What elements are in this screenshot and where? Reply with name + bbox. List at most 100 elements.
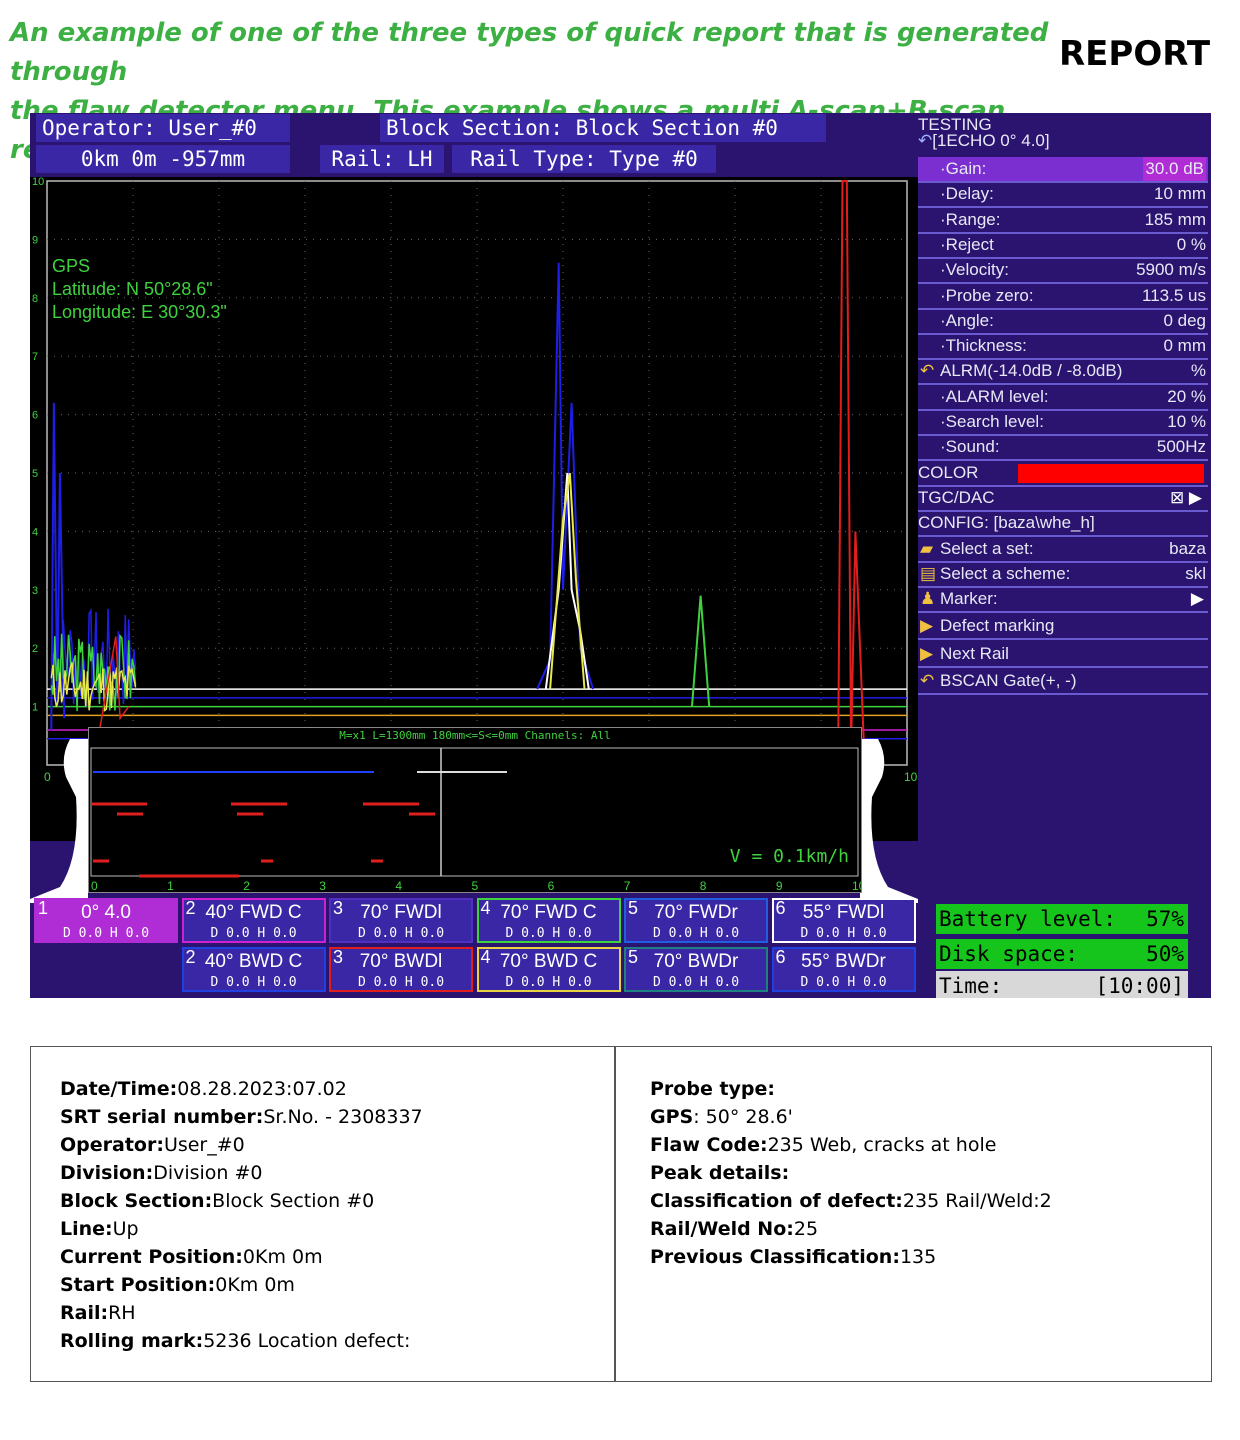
channel-name: 70° FWDr: [654, 902, 738, 923]
param-row-0[interactable]: ·Gain: 30.0 dB: [918, 157, 1208, 183]
channel-top-1[interactable]: 1 0° 4.0 D 0.0 H 0.0: [34, 898, 178, 943]
info-row: Current Position:0Km 0m: [60, 1243, 423, 1271]
next-rail-row[interactable]: ▶ Next Rail: [918, 642, 1208, 668]
tgc-row[interactable]: TGC/DAC ⊠ ▶: [918, 486, 1208, 512]
param-row-6-value: 0 deg: [1163, 310, 1206, 330]
tgc-row-label: TGC/DAC: [918, 487, 995, 507]
param-row-5[interactable]: ·Probe zero: 113.5 us: [918, 284, 1208, 310]
info-row: Classification of defect:235 Rail/Weld:2: [650, 1187, 1052, 1215]
alarm-row[interactable]: ↶ ALRM(-14.0dB / -8.0dB)%: [918, 359, 1208, 386]
channel-bottom-5[interactable]: 5 70° BWDr D 0.0 H 0.0: [624, 947, 768, 992]
info-key: Date/Time:: [60, 1078, 178, 1100]
channel-bottom-4[interactable]: 4 70° BWD CD 0.0 H 0.0: [476, 947, 621, 992]
tgc-checkbox-icon[interactable]: ⊠ ▶: [1170, 486, 1202, 510]
rail-label: Rail: LH: [320, 145, 444, 173]
info-key: Previous Classification:: [650, 1246, 900, 1268]
info-value: 5236 Location defect:: [203, 1330, 411, 1352]
info-key: Flaw Code:: [650, 1134, 768, 1156]
b-scan-x-tick: 3: [319, 879, 326, 892]
marker-icon: ♟: [920, 589, 936, 609]
info-key: Block Section:: [60, 1190, 213, 1212]
config-row[interactable]: CONFIG: [baza\whe_h]: [918, 511, 1208, 538]
info-row: Date/Time:08.28.2023:07.02: [60, 1075, 423, 1103]
alarm-row-0-label: ·ALARM level:: [940, 386, 1049, 406]
param-row-5-value: 113.5 us: [1142, 285, 1206, 305]
channel-dh: D 0.0 H 0.0: [505, 975, 592, 990]
param-row-4[interactable]: ·Velocity: 5900 m/s: [918, 258, 1208, 285]
y-tick-label: 9: [32, 234, 38, 246]
marker-row[interactable]: ♟ Marker: ▶: [918, 587, 1208, 614]
color-row[interactable]: COLOR: [918, 461, 1208, 487]
info-left-column: Date/Time:08.28.2023:07.02 SRT serial num…: [60, 1075, 423, 1355]
channel-top-5[interactable]: 5 70° FWDr D 0.0 H 0.0: [624, 898, 768, 943]
rail-type-label: Rail Type: Type #0: [452, 145, 716, 173]
param-row-2-label: ·Range:: [940, 209, 1001, 229]
info-value: Division #0: [153, 1162, 263, 1184]
param-row-6[interactable]: ·Angle: 0 deg: [918, 309, 1208, 335]
channel-top-2[interactable]: 2 40° FWD CD 0.0 H 0.0: [181, 898, 326, 943]
info-key: Rolling mark:: [60, 1330, 204, 1352]
param-row-3[interactable]: ·Reject 0 %: [918, 233, 1208, 259]
channel-bottom-6[interactable]: 6 55° BWDr D 0.0 H 0.0: [771, 947, 916, 992]
channel-bottom-3[interactable]: 3 70° BWDl D 0.0 H 0.0: [329, 947, 473, 992]
channel-name: 0° 4.0: [81, 902, 131, 923]
position-label: 0km 0m -957mm: [36, 145, 290, 173]
alarm-row-label: ALRM(-14.0dB / -8.0dB): [940, 361, 1123, 381]
gps-readout: GPS Latitude: N 50°28.6" Longitude: E 30…: [52, 255, 227, 324]
info-row: SRT serial number:Sr.No. - 2308337: [60, 1103, 423, 1131]
b-scan-x-tick: 0: [91, 879, 98, 892]
channel-dh: D 0.0 H 0.0: [652, 926, 740, 941]
channel-dh: D 0.0 H 0.0: [210, 975, 297, 990]
channel-top-4[interactable]: 4 70° FWD CD 0.0 H 0.0: [476, 898, 621, 943]
y-tick-label: 4: [32, 526, 38, 538]
marker-arrow-icon: ▶: [1190, 589, 1204, 609]
param-row-2[interactable]: ·Range: 185 mm: [918, 208, 1208, 234]
trace-green-echo: [691, 595, 711, 707]
info-key: Line:: [60, 1218, 113, 1240]
alarm-row-2[interactable]: ·Sound: 500Hz: [918, 435, 1208, 462]
defect-marking-row[interactable]: ▶ Defect marking: [918, 614, 1208, 641]
trace-red-backwall: [837, 180, 865, 748]
channel-name: 70° BWDr: [653, 951, 739, 972]
alarm-row-0[interactable]: ·ALARM level: 20 %: [918, 385, 1208, 411]
time-status: Time: [10:00]: [936, 971, 1188, 998]
channel-bottom-2[interactable]: 2 40° BWD CD 0.0 H 0.0: [181, 947, 326, 992]
channel-dh: D 0.0 H 0.0: [652, 975, 740, 990]
info-value: 235 Web, cracks at hole: [767, 1134, 997, 1156]
alarm-row-1[interactable]: ·Search level: 10 %: [918, 410, 1208, 436]
y-tick-label: 5: [32, 468, 38, 480]
info-row: Division:Division #0: [60, 1159, 423, 1187]
b-scan-display: M=x1 L=1300mm 180mm<=S<=0mm Channels: Al…: [88, 727, 866, 893]
next-rail-row-label: Next Rail: [940, 643, 1009, 663]
info-value: Block Section #0: [212, 1190, 375, 1212]
channel-dh: D 0.0 H 0.0: [210, 926, 297, 941]
param-row-7[interactable]: ·Thickness: 0 mm: [918, 334, 1208, 361]
channel-name: 55° FWDl: [802, 902, 885, 923]
info-value: 0Km 0m: [242, 1246, 323, 1268]
info-value: 0Km 0m: [215, 1274, 295, 1296]
report-info-table: Date/Time:08.28.2023:07.02 SRT serial num…: [30, 1046, 1212, 1382]
bscan-gate-row[interactable]: ↶ BSCAN Gate(+, -): [918, 669, 1208, 695]
parameter-panel: TESTING ↶[1ECHO 0° 4.0] ·Gain: 30.0 dB ·De…: [918, 113, 1211, 870]
marker-row-label: Marker:: [940, 589, 998, 609]
channel-name: 70° FWD C: [500, 902, 597, 923]
b-scan-chart: 0 1 2 3 4 5 6 7 8 9 10: [90, 747, 866, 893]
b-scan-x-tick: 4: [395, 879, 402, 892]
channel-top-3[interactable]: 3 70° FWDl D 0.0 H 0.0: [329, 898, 473, 943]
select-set-row[interactable]: ▰ Select a set: baza: [918, 537, 1208, 563]
alarm-row-1-label: ·Search level:: [940, 412, 1044, 431]
color-swatch[interactable]: [1018, 463, 1204, 483]
param-row-7-value: 0 mm: [1163, 336, 1207, 356]
channel-name: 40° BWD C: [204, 951, 303, 972]
trace-blue-echo: [536, 262, 595, 690]
info-row: Probe type:: [650, 1075, 1052, 1103]
mode-label[interactable]: ↶[1ECHO 0° 4.0]: [918, 131, 1050, 151]
channel-top-6[interactable]: 6 55° FWDl D 0.0 H 0.0: [771, 898, 916, 943]
info-key: Current Position:: [60, 1246, 243, 1268]
play-arrow-icon: ▶: [920, 643, 934, 663]
select-scheme-row[interactable]: ▤ Select a scheme: skl: [918, 562, 1208, 588]
info-right-column: Probe type: GPS: 50° 28.6' Flaw Code:235 W…: [650, 1075, 1052, 1271]
battery-value: 57%: [1146, 907, 1184, 931]
mode-label-text: [1ECHO 0° 4.0]: [932, 131, 1050, 150]
param-row-1[interactable]: ·Delay: 10 mm: [918, 182, 1208, 209]
